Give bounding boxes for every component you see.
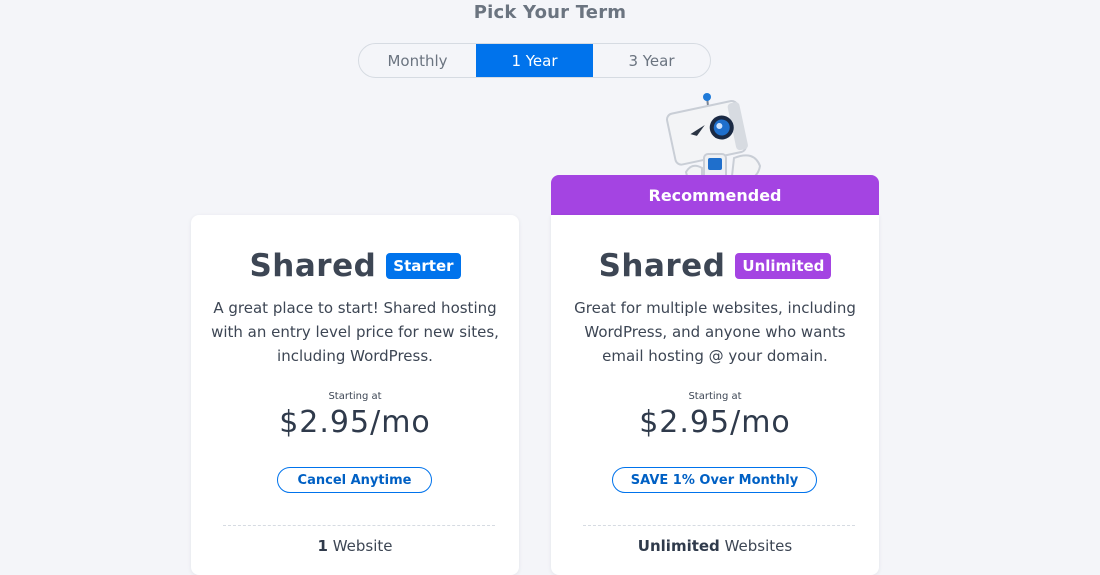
plan-title: Shared Unlimited [551, 248, 879, 284]
cancel-anytime-pill[interactable]: Cancel Anytime [277, 467, 432, 493]
plan-price: $2.95/mo [279, 405, 431, 440]
plan-badge: Unlimited [735, 253, 832, 279]
term-toggle: Monthly 1 Year 3 Year [358, 43, 711, 78]
plan-badge: Starter [386, 253, 461, 279]
plan-card-shared-unlimited: Shared Unlimited Great for multiple webs… [551, 215, 879, 575]
divider [223, 525, 495, 526]
page-heading: Pick Your Term [473, 2, 627, 23]
feature-count: 1 [317, 537, 328, 555]
feature-websites: Unlimited Websites [551, 537, 879, 555]
starting-at-label: Starting at [688, 391, 742, 402]
feature-label: Websites [719, 537, 793, 555]
term-option-1-year[interactable]: 1 Year [476, 44, 593, 77]
plan-card-shared-starter: Shared Starter A great place to start! S… [191, 215, 519, 575]
plan-price: $2.95/mo [639, 405, 791, 440]
recommended-banner: Recommended [551, 175, 879, 215]
plan-description: A great place to start! Shared hosting w… [211, 299, 499, 365]
starting-at-label: Starting at [328, 391, 382, 402]
plan-title: Shared Starter [191, 248, 519, 284]
plan-description: Great for multiple websites, including W… [574, 299, 856, 365]
plan-name: Shared [598, 248, 726, 284]
feature-count: Unlimited [637, 537, 720, 555]
plan-name: Shared [249, 248, 377, 284]
robot-mascot-icon [666, 93, 762, 182]
term-option-3-year[interactable]: 3 Year [593, 44, 710, 77]
feature-label: Website [327, 537, 393, 555]
save-over-monthly-pill[interactable]: SAVE 1% Over Monthly [612, 467, 817, 493]
divider [583, 525, 855, 526]
feature-websites: 1 Website [191, 537, 519, 555]
term-option-monthly[interactable]: Monthly [359, 44, 476, 77]
